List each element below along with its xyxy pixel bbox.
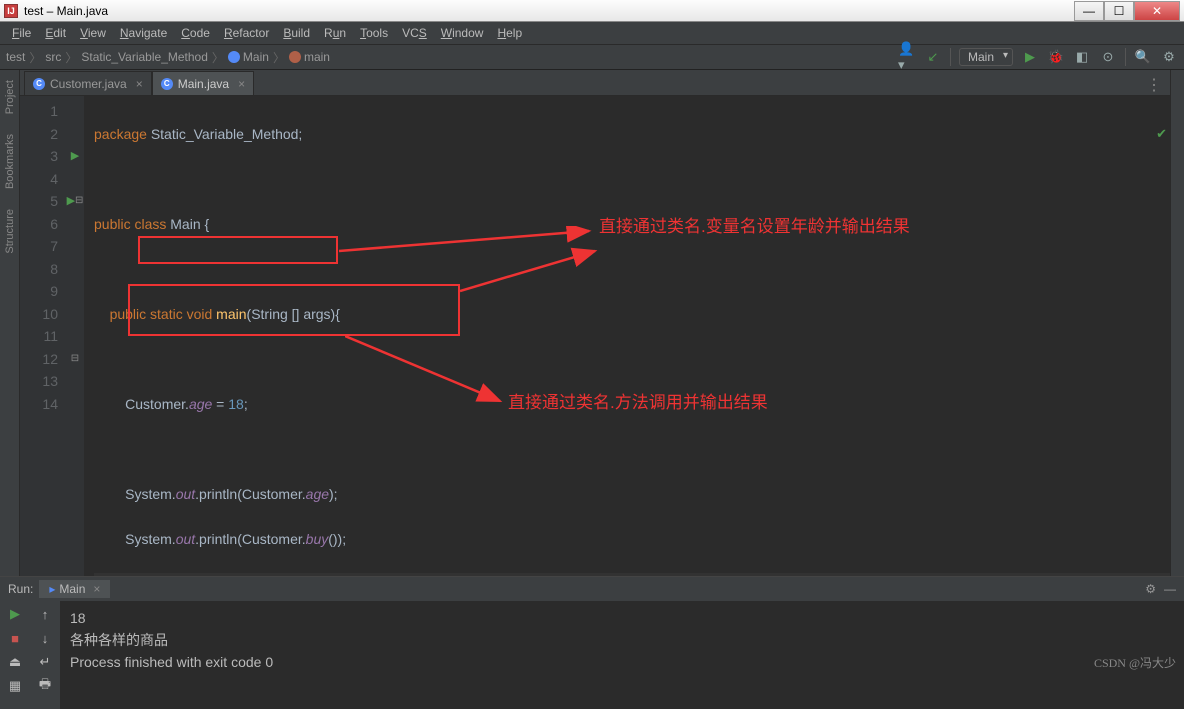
fold-icon[interactable]: ⊟ [75, 190, 83, 213]
menu-view[interactable]: View [74, 24, 112, 42]
gear-icon[interactable]: ⚙ [1145, 582, 1156, 596]
up-button[interactable]: ↑ [36, 605, 54, 623]
tab-main[interactable]: C Main.java × [152, 71, 254, 95]
menu-refactor[interactable]: Refactor [218, 24, 275, 42]
method-icon [289, 51, 301, 63]
coverage-button[interactable]: ◧ [1073, 48, 1091, 66]
annotation-text-2: 直接通过类名.方法调用并输出结果 [508, 392, 768, 415]
editor-tabs: C Customer.java × C Main.java × ⋮ [20, 70, 1170, 96]
run-panel-header: Run: ▸ Main × ⚙ — [0, 577, 1184, 601]
menu-bar: File Edit View Navigate Code Refactor Bu… [0, 22, 1184, 44]
breadcrumb: test 〉 src 〉 Static_Variable_Method 〉 Ma… [6, 49, 330, 66]
line-numbers: 1234567891011121314 [20, 96, 66, 576]
tab-menu-icon[interactable]: ⋮ [1138, 75, 1170, 95]
menu-file[interactable]: File [6, 24, 37, 42]
search-icon[interactable]: 🔍 [1134, 48, 1152, 66]
run-config-icon: ▸ [49, 582, 55, 596]
run-gutter-icon[interactable]: ▶ [67, 190, 75, 213]
menu-vcs[interactable]: VCS [396, 24, 433, 42]
profile-button[interactable]: ⊙ [1099, 48, 1117, 66]
class-icon: C [33, 78, 45, 90]
minimize-button[interactable]: — [1074, 1, 1104, 21]
layout-button[interactable]: ▦ [6, 677, 24, 695]
menu-run[interactable]: Run [318, 24, 352, 42]
bc-class[interactable]: Main [228, 50, 269, 64]
down-button[interactable]: ↓ [36, 629, 54, 647]
bc-sep: 〉 [273, 49, 285, 66]
menu-code[interactable]: Code [175, 24, 216, 42]
user-icon[interactable]: 👤▾ [898, 48, 916, 66]
right-tool-stripe [1170, 70, 1184, 576]
window-titlebar: IJ test – Main.java — ☐ ✕ [0, 0, 1184, 22]
print-button[interactable]: 🖶 [36, 677, 54, 695]
rerun-button[interactable]: ▶ [6, 605, 24, 623]
bc-sep: 〉 [212, 49, 224, 66]
run-tab[interactable]: ▸ Main × [39, 580, 110, 598]
run-toolbar-left2: ↑ ↓ ↵ 🖶 [30, 601, 60, 709]
bc-test[interactable]: test [6, 50, 25, 64]
exit-button[interactable]: ⏏ [6, 653, 24, 671]
code-editor[interactable]: package Static_Variable_Method; public c… [84, 96, 1170, 576]
tab-customer[interactable]: C Customer.java × [24, 71, 152, 95]
bc-sep: 〉 [29, 49, 41, 66]
bc-method[interactable]: main [289, 50, 330, 64]
run-panel: Run: ▸ Main × ⚙ — ▶ ■ ⏏ ▦ ↑ ↓ ↵ 🖶 18 各种各… [0, 576, 1184, 709]
tab-label: Main.java [178, 77, 229, 91]
run-config-select[interactable]: Main [959, 48, 1013, 66]
console-output[interactable]: 18 各种各样的商品 Process finished with exit co… [60, 601, 1184, 709]
class-icon: C [161, 78, 173, 90]
left-tool-stripe: Project Bookmarks Structure [0, 70, 20, 576]
menu-help[interactable]: Help [491, 24, 528, 42]
left-tab-bookmarks[interactable]: Bookmarks [4, 134, 16, 189]
wrap-button[interactable]: ↵ [36, 653, 54, 671]
close-button[interactable]: ✕ [1134, 1, 1180, 21]
editor-area: C Customer.java × C Main.java × ⋮ 123456… [20, 70, 1170, 576]
run-label: Run: [8, 582, 33, 596]
separator [950, 48, 951, 66]
run-button[interactable]: ▶ [1021, 48, 1039, 66]
gutter-icons: ▶ ▶⊟ ⊟ [66, 96, 84, 576]
menu-window[interactable]: Window [435, 24, 490, 42]
window-title: test – Main.java [24, 4, 1074, 18]
settings-icon[interactable]: ⚙ [1160, 48, 1178, 66]
menu-tools[interactable]: Tools [354, 24, 394, 42]
close-icon[interactable]: × [136, 77, 143, 91]
annotation-text-1: 直接通过类名.变量名设置年龄并输出结果 [599, 216, 910, 239]
menu-navigate[interactable]: Navigate [114, 24, 173, 42]
hide-icon[interactable]: — [1164, 582, 1176, 596]
run-toolbar-left: ▶ ■ ⏏ ▦ [0, 601, 30, 709]
menu-build[interactable]: Build [277, 24, 316, 42]
debug-button[interactable]: 🐞 [1047, 48, 1065, 66]
close-icon[interactable]: × [93, 582, 100, 596]
left-tab-project[interactable]: Project [4, 80, 16, 114]
left-tab-structure[interactable]: Structure [4, 209, 16, 254]
menu-edit[interactable]: Edit [39, 24, 72, 42]
bc-src[interactable]: src [45, 50, 61, 64]
tab-label: Customer.java [50, 77, 127, 91]
maximize-button[interactable]: ☐ [1104, 1, 1134, 21]
inspection-ok-icon[interactable]: ✔ [1156, 126, 1167, 142]
watermark: CSDN @冯大少 [1094, 654, 1176, 671]
close-icon[interactable]: × [238, 77, 245, 91]
nav-bar: test 〉 src 〉 Static_Variable_Method 〉 Ma… [0, 44, 1184, 70]
bc-pkg[interactable]: Static_Variable_Method [81, 50, 208, 64]
bc-sep: 〉 [65, 49, 77, 66]
separator [1125, 48, 1126, 66]
stop-button[interactable]: ■ [6, 629, 24, 647]
fold-icon[interactable]: ⊟ [71, 348, 79, 371]
app-icon: IJ [4, 4, 18, 18]
vcs-update-icon[interactable]: ↙ [924, 48, 942, 66]
class-icon [228, 51, 240, 63]
run-gutter-icon[interactable]: ▶ [71, 145, 79, 168]
